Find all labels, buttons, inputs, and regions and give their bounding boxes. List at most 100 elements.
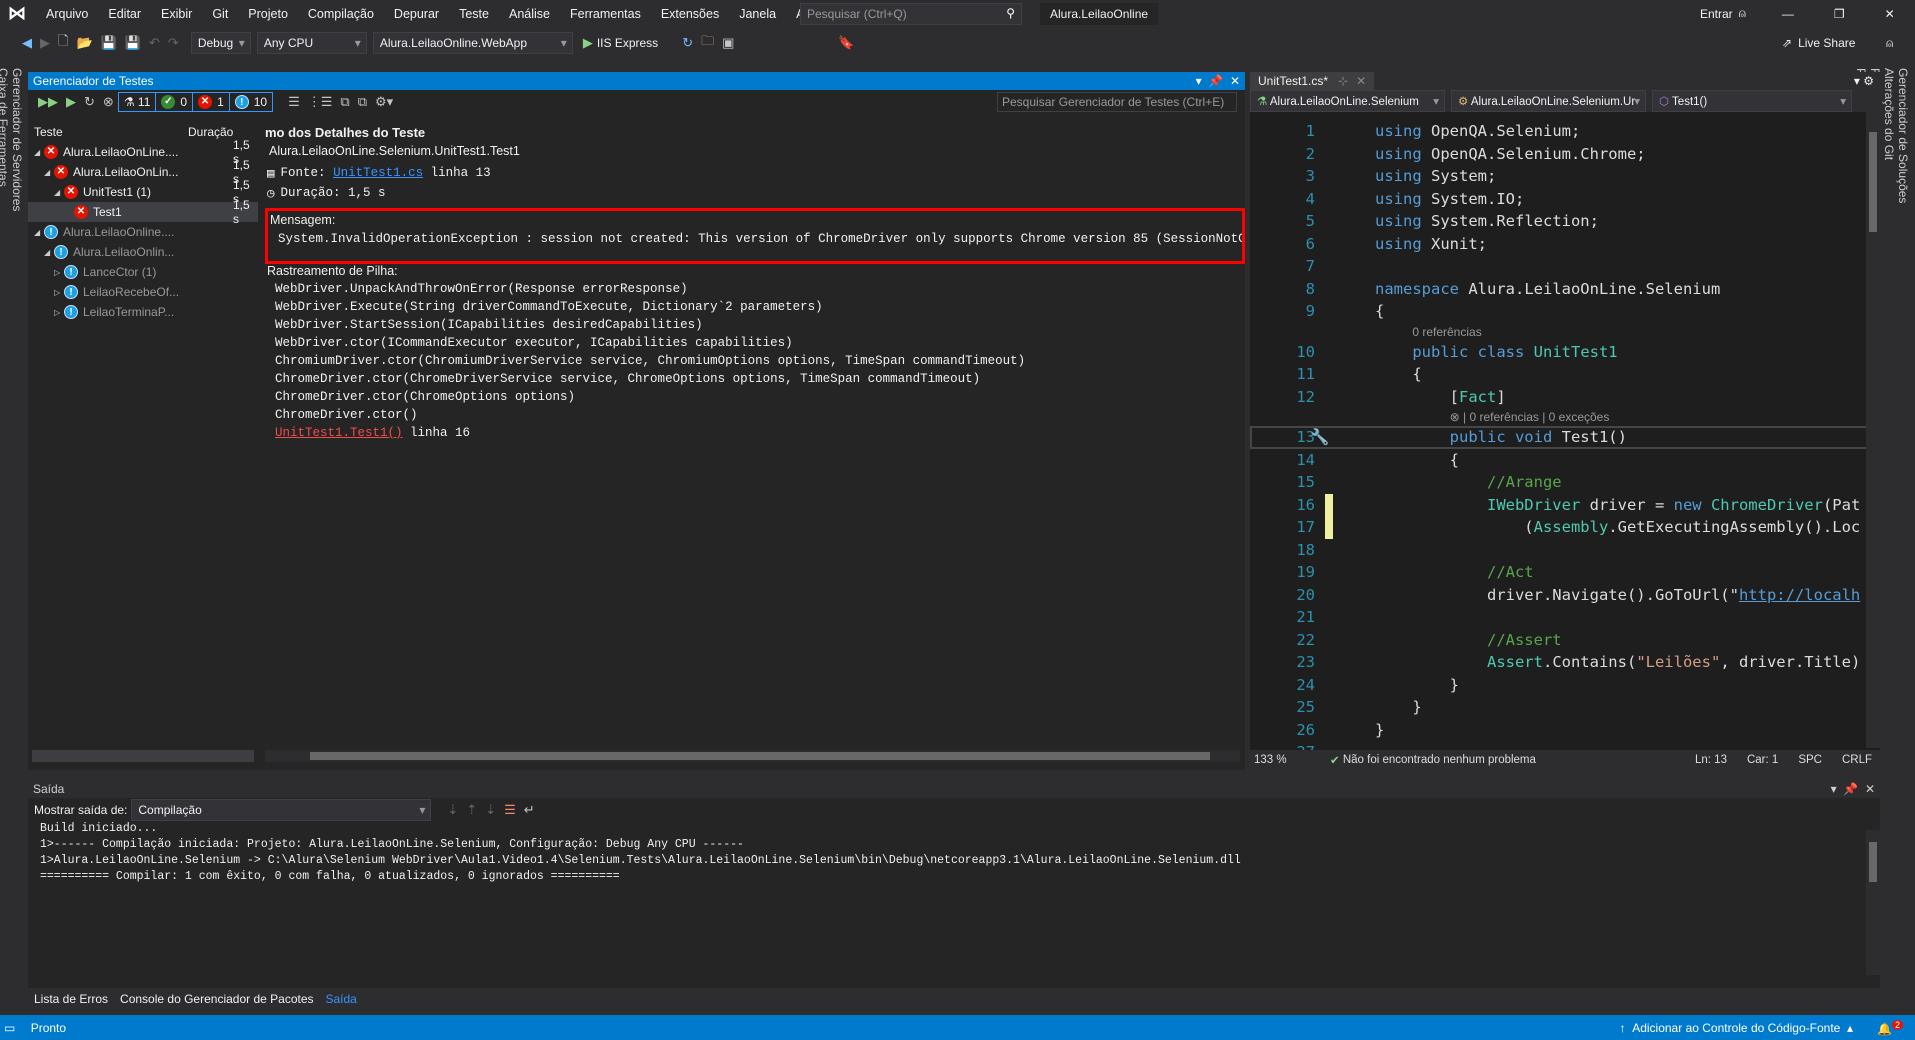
test-tree-row[interactable]: ◢! Alura.LeilaoOnline.... <box>28 222 258 242</box>
code-area[interactable]: 1 using OpenQA.Selenium; 2 using OpenQA.Sel… <box>1250 112 1880 764</box>
failed-tests-filter[interactable]: ✕ 1 <box>192 92 230 112</box>
test-tree-row[interactable]: ◢! Alura.LeilaoOnlin... <box>28 242 258 262</box>
details-horizontal-scrollbar[interactable] <box>265 750 1240 762</box>
total-tests-filter[interactable]: ⚗ 11 <box>117 92 157 112</box>
test-tree-row[interactable]: ▷! LeilaoRecebeOf... <box>28 282 258 302</box>
menu-item-5[interactable]: Compilação <box>308 7 374 21</box>
test-tree-row[interactable]: ▷! LanceCtor (1) <box>28 262 258 282</box>
tab-options-icon[interactable]: ▾ ⚙ <box>1854 74 1874 88</box>
test-tree-row[interactable]: ▷! LeilaoTerminaP... <box>28 302 258 322</box>
refresh-icon[interactable]: ↻ <box>682 35 693 51</box>
error-message[interactable]: System.InvalidOperationException : sessi… <box>270 232 1242 250</box>
tree-horizontal-scrollbar[interactable] <box>32 750 254 762</box>
menu-item-6[interactable]: Depurar <box>394 7 439 21</box>
test-search-input[interactable]: Pesquisar Gerenciador de Testes (Ctrl+E) <box>997 92 1237 112</box>
collapse-icon[interactable]: ⧉ <box>358 94 367 110</box>
go-to-icon[interactable]: ⇣ <box>447 802 458 818</box>
feedback-icon[interactable]: ⍝ <box>1886 36 1893 51</box>
tool-window-tab[interactable]: Gerenciador de Soluções <box>1896 68 1910 752</box>
output-vertical-scrollbar[interactable] <box>1866 830 1880 975</box>
bottom-tab[interactable]: Saída <box>319 990 363 1008</box>
column-duration[interactable]: Duração <box>188 125 233 139</box>
close-button[interactable]: ✕ <box>1885 7 1895 21</box>
bottom-tab[interactable]: Lista de Erros <box>28 990 114 1008</box>
playlist-icon[interactable]: ☰ <box>288 94 300 110</box>
whitespace-mode[interactable]: SPC <box>1798 754 1822 766</box>
cancel-icon[interactable]: ⊗ <box>103 94 114 110</box>
prev-message-icon[interactable]: ⇡ <box>466 802 477 818</box>
minimize-button[interactable]: — <box>1782 7 1794 21</box>
expand-arrow-icon[interactable]: ◢ <box>34 228 44 237</box>
save-all-icon[interactable]: 💾 <box>125 35 141 51</box>
group-icon[interactable]: ⋮☰ <box>308 94 333 110</box>
stack-frame[interactable]: WebDriver.UnpackAndThrowOnError(Response… <box>265 282 1245 300</box>
menu-item-7[interactable]: Teste <box>459 7 489 21</box>
project-dropdown[interactable]: ⚗ Alura.LeilaoOnLine.Selenium <box>1250 90 1445 112</box>
quick-actions-icon[interactable]: 🔧 <box>1310 428 1329 446</box>
next-message-icon[interactable]: ⇣ <box>485 802 496 818</box>
redo-icon[interactable]: ↷ <box>168 35 179 51</box>
open-icon[interactable]: 📂 <box>76 35 92 51</box>
pin-icon[interactable]: ⊹ <box>1338 74 1348 88</box>
column-test[interactable]: Teste <box>34 125 63 139</box>
search-input[interactable]: Pesquisar (Ctrl+Q) ⚲ <box>800 3 1022 25</box>
bookmark-icon[interactable]: 🔖 <box>838 35 854 51</box>
back-icon[interactable]: ◀ <box>22 35 32 51</box>
folder-icon[interactable]: 🗀 <box>701 32 714 54</box>
tab-unittest1[interactable]: UnitTest1.cs* ⊹ ✕ <box>1250 72 1375 90</box>
run-button[interactable]: IIS Express <box>597 36 658 50</box>
stack-frame[interactable]: ChromeDriver.ctor() <box>265 408 1245 426</box>
new-project-icon[interactable]: 🗋 <box>58 32 68 54</box>
forward-icon[interactable]: ▶ <box>40 35 50 51</box>
stack-frame[interactable]: WebDriver.StartSession(ICapabilities des… <box>265 318 1245 336</box>
notifications-icon[interactable]: 🔔 2 <box>1877 1019 1903 1036</box>
restore-button[interactable]: ❐ <box>1834 7 1845 21</box>
expand-icon[interactable]: ⧉ <box>340 94 349 110</box>
undo-icon[interactable]: ↶ <box>149 35 160 51</box>
codelens-text[interactable]: ⊗ | 0 referências | 0 exceções <box>1450 410 1610 424</box>
menu-item-8[interactable]: Análise <box>509 7 550 21</box>
output-source-dropdown[interactable]: Compilação <box>131 799 432 821</box>
stack-frame[interactable]: WebDriver.Execute(String driverCommandTo… <box>265 300 1245 318</box>
output-panel-controls[interactable]: ▾ 📌 ✕ <box>1831 782 1875 796</box>
expand-arrow-icon[interactable]: ▷ <box>54 268 64 277</box>
rerun-icon[interactable]: ↻ <box>84 94 95 110</box>
not-run-tests-filter[interactable]: ! 10 <box>228 92 274 112</box>
tool-window-tab[interactable]: Caixa de Ferramentas <box>0 68 10 992</box>
tool-window-tab[interactable]: Alterações do Git <box>1882 68 1896 752</box>
menu-item-2[interactable]: Exibir <box>161 7 192 21</box>
codelens-row[interactable]: ⊗ | 0 referências | 0 exceções <box>1250 408 1880 426</box>
member-dropdown[interactable]: ⬡ Test1() <box>1652 90 1852 112</box>
test-tree-row[interactable]: ◢ ✕ UnitTest1 (1) 1,5 s <box>28 178 258 206</box>
source-link[interactable]: UnitTest1.cs <box>333 166 423 180</box>
stack-frame[interactable]: ChromiumDriver.ctor(ChromiumDriverServic… <box>265 354 1245 372</box>
close-tab-icon[interactable]: ✕ <box>1356 74 1366 88</box>
test-tree-row[interactable]: ◢ ✕ Alura.LeilaoOnLine.... 1,5 s <box>28 138 258 166</box>
expand-arrow-icon[interactable]: ◢ <box>54 188 64 197</box>
stack-frame[interactable]: WebDriver.ctor(ICommandExecutor executor… <box>265 336 1245 354</box>
clear-all-icon[interactable]: ☰ <box>504 802 516 818</box>
stack-frame[interactable]: ChromeDriver.ctor(ChromeOptions options) <box>265 390 1245 408</box>
tool-window-tab[interactable]: Gerenciador de Servidores <box>10 68 24 992</box>
sign-in-button[interactable]: Entrar <box>1700 7 1733 21</box>
menu-item-1[interactable]: Editar <box>108 7 141 21</box>
expand-arrow-icon[interactable]: ◢ <box>44 248 54 257</box>
test-tree-row[interactable]: ◢ ✕ Alura.LeilaoOnLin... 1,5 s <box>28 158 258 186</box>
stack-frame-link[interactable]: UnitTest1.Test1() <box>275 426 403 440</box>
menu-item-10[interactable]: Extensões <box>661 7 719 21</box>
expand-arrow-icon[interactable]: ◢ <box>34 148 44 157</box>
menu-item-0[interactable]: Arquivo <box>46 7 88 21</box>
codelens-row[interactable]: 0 referências <box>1250 323 1880 341</box>
user-icon[interactable]: ⍝ <box>1739 6 1746 21</box>
configuration-dropdown[interactable]: Debug <box>190 32 251 54</box>
add-to-source-control[interactable]: Adicionar ao Controle do Código-Fonte <box>1632 1021 1840 1035</box>
run-all-icon[interactable]: ▶▶ <box>38 94 58 110</box>
line-endings[interactable]: CRLF <box>1842 754 1872 766</box>
issues-status[interactable]: Não foi encontrado nenhum problema <box>1343 754 1536 766</box>
run-icon[interactable]: ▶ <box>583 35 593 51</box>
class-dropdown[interactable]: ⚙ Alura.LeilaoOnLine.Selenium.Ur <box>1451 90 1646 112</box>
browser-icon[interactable]: ▣ <box>722 35 734 51</box>
expand-arrow-icon[interactable]: ▷ <box>54 308 64 317</box>
menu-item-4[interactable]: Projeto <box>248 7 288 21</box>
bottom-tab[interactable]: Console do Gerenciador de Pacotes <box>114 990 319 1008</box>
